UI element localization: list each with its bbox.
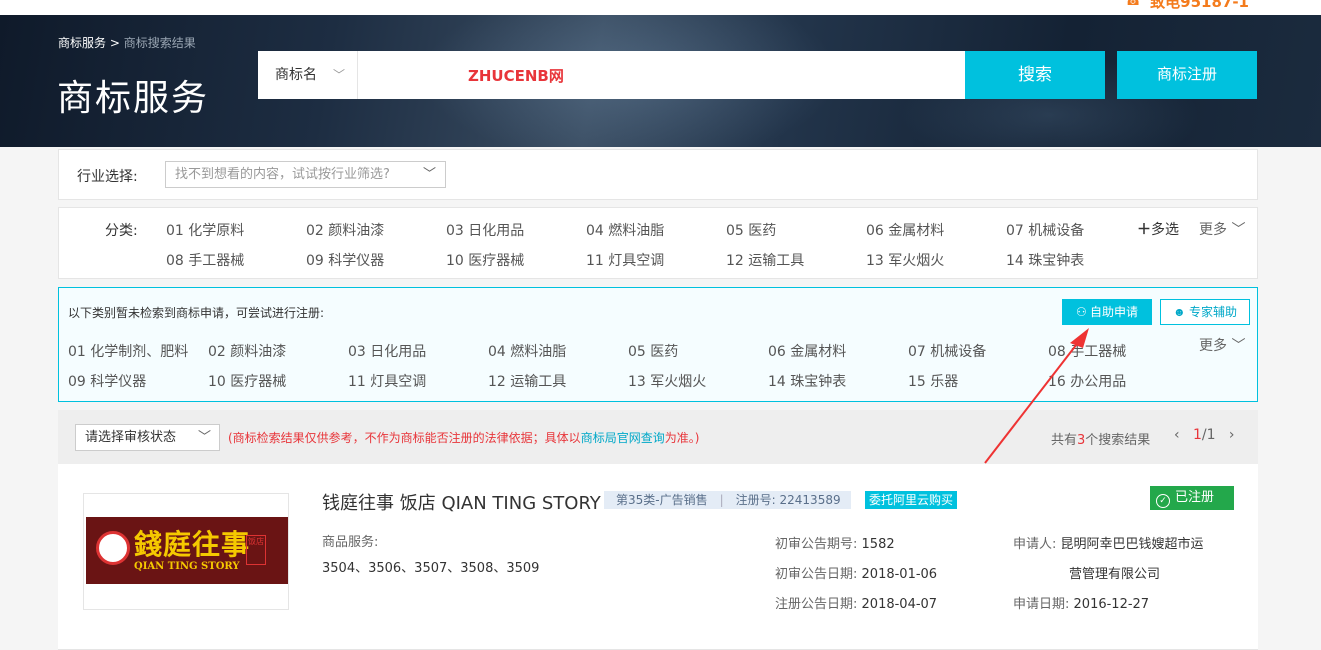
category-item[interactable]: 03 日化用品 [446,220,586,240]
status-badge: ✓ 已注册 [1150,486,1234,510]
category-item[interactable]: 05 医药 [726,220,866,240]
trademark-register-button[interactable]: 商标注册 [1117,51,1257,99]
suggestion-item[interactable]: 01 化学制剂、肥料 [68,341,208,361]
check-icon: ✓ [1156,494,1170,508]
chevron-down-icon: ﹀ [422,167,436,182]
entrust-buy-tag[interactable]: 委托阿里云购买 [865,491,958,509]
category-item[interactable]: 01 化学原料 [166,220,306,240]
category-item[interactable]: 13 军火烟火 [866,250,1006,270]
self-apply-button[interactable]: ⚇ 自助申请 [1062,299,1152,325]
result-item[interactable]: 錢庭往事 QIAN TING STORY 饭店 钱庭往事 饭店 QIAN TIN… [58,464,1258,650]
breadcrumb-current: 商标搜索结果 [123,36,196,50]
reg-date: 注册公告日期: 2018-04-07 [775,597,938,612]
industry-filter: 行业选择: 找不到想看的内容，试试按行业筛选? ﹀ [58,149,1258,200]
category-more-button[interactable]: 更多 ﹀ [1199,219,1245,239]
search-type-select[interactable]: 商标名 ﹀ [258,51,358,99]
prev-page-icon[interactable]: ‹ [1174,427,1180,443]
applicant-line2: 营管理有限公司 [1069,567,1161,582]
suggestion-item[interactable]: 14 珠宝钟表 [768,371,908,391]
trademark-class-tag: 第35类-广告销售 | 注册号: 22413589 [604,491,851,509]
suggestion-item[interactable]: 11 灯具空调 [348,371,488,391]
trademark-name[interactable]: 钱庭往事 饭店 QIAN TING STORY [322,489,601,515]
applicant: 申请人: 昆明阿幸巴巴钱嫂超市运 [1013,537,1204,552]
suggestion-item[interactable]: 05 医药 [628,341,768,361]
suggestion-item[interactable]: 06 金属材料 [768,341,908,361]
trademark-logo[interactable]: 錢庭往事 QIAN TING STORY 饭店 [83,493,289,610]
category-item[interactable]: 06 金属材料 [866,220,1006,240]
suggestion-item[interactable]: 15 乐器 [908,371,1048,391]
official-query-link[interactable]: 商标局官网查询 [581,431,665,445]
suggestion-item[interactable]: 12 运输工具 [488,371,628,391]
category-item[interactable]: 12 运输工具 [726,250,866,270]
suggestion-tip: 以下类别暂未检索到商标申请，可尝试进行注册: [68,306,325,320]
search-bar: 商标名 ﹀ ZHUCENB网 [258,51,965,99]
category-item[interactable]: 14 珠宝钟表 [1006,250,1146,270]
industry-label: 行业选择: [77,169,138,185]
category-item[interactable]: 09 科学仪器 [306,250,446,270]
next-page-icon[interactable]: › [1229,427,1235,443]
suggestion-item[interactable]: 03 日化用品 [348,341,488,361]
result-count: 共有3个搜索结果 [1051,433,1151,448]
category-item[interactable]: 08 手工器械 [166,250,306,270]
pager: ‹ 1/1 › [1174,427,1235,443]
suggestion-item[interactable]: 08 手工器械 [1048,341,1188,361]
category-item[interactable]: 04 燃料油脂 [586,220,726,240]
suggestion-item[interactable]: 13 军火烟火 [628,371,768,391]
suggestion-item[interactable]: 10 医疗器械 [208,371,348,391]
user-icon: ⚇ [1075,305,1087,319]
suggestion-item[interactable]: 04 燃料油脂 [488,341,628,361]
goods-label: 商品服务: [322,535,379,550]
category-filter: 分类: 01 化学原料 02 颜料油漆 03 日化用品 04 燃料油脂 05 医药 06 … [58,207,1258,279]
suggestion-item[interactable]: 07 机械设备 [908,341,1048,361]
result-toolbar: 请选择审核状态 ﹀ (商标检索结果仅供参考，不作为商标能否注册的法律依据；具体以… [58,410,1258,464]
page-title: 商标服务 [57,78,210,119]
support-icon: ☻ [1173,305,1186,319]
suggestion-item[interactable]: 02 颜料油漆 [208,341,348,361]
category-item[interactable]: 07 机械设备 [1006,220,1146,240]
disclaimer-text: (商标检索结果仅供参考，不作为商标能否注册的法律依据；具体以商标局官网查询为准。… [228,431,700,445]
prelim-date: 初审公告日期: 2018-01-06 [775,567,938,582]
hotline-text: 致电95187-1 [1150,0,1249,11]
apply-date: 申请日期: 2016-12-27 [1013,597,1150,612]
industry-select[interactable]: 找不到想看的内容，试试按行业筛选? ﹀ [165,161,446,188]
chevron-down-icon: ﹀ [197,430,211,445]
breadcrumb: 商标服务 > 商标搜索结果 [58,36,196,50]
category-item[interactable]: 11 灯具空调 [586,250,726,270]
category-item[interactable]: 02 颜料油漆 [306,220,446,240]
suggestion-more-button[interactable]: 更多 ﹀ [1199,335,1245,355]
prelim-no: 初审公告期号: 1582 [775,537,895,552]
category-item[interactable]: 10 医疗器械 [446,250,586,270]
expert-assist-button[interactable]: ☻ 专家辅助 [1160,299,1250,325]
breadcrumb-root[interactable]: 商标服务 [58,36,106,50]
suggestion-item[interactable]: 09 科学仪器 [68,371,208,391]
top-strip: ☎ 致电95187-1 [0,0,1321,15]
search-input[interactable] [366,51,956,99]
phone-icon: ☎ [1125,0,1142,9]
suggestion-item[interactable]: 16 办公用品 [1048,371,1188,391]
category-label: 分类: [105,223,138,239]
watermark-text: ZHUCENB网 [468,67,564,85]
chevron-down-icon: ﹀ [332,68,345,82]
multi-select-button[interactable]: ＋多选 [1137,219,1179,239]
goods-value: 3504、3506、3507、3508、3509 [322,561,540,576]
register-suggestion-panel: 以下类别暂未检索到商标申请，可尝试进行注册: ⚇ 自助申请 ☻ 专家辅助 01 … [58,287,1258,402]
search-button[interactable]: 搜索 [965,51,1105,99]
review-status-select[interactable]: 请选择审核状态 ﹀ [75,424,220,451]
